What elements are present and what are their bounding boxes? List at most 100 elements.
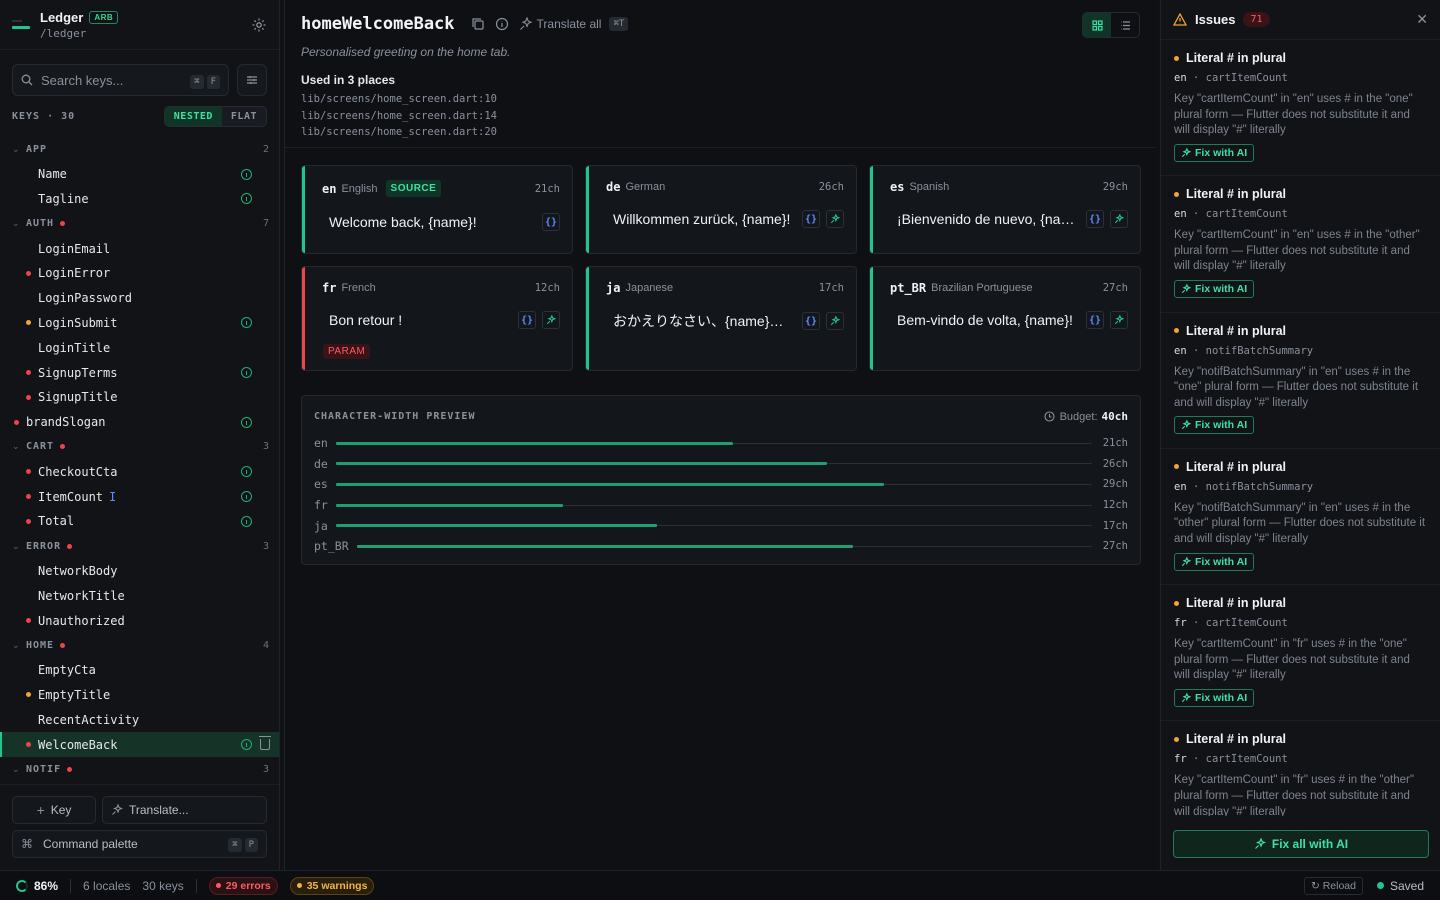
translation-text[interactable]: Willkommen zurück, {name}! — [606, 211, 796, 227]
placeholder-icon[interactable]: {} — [1086, 210, 1104, 228]
key-title: homeWelcomeBack — [301, 14, 455, 34]
translation-text[interactable]: Bem-vindo de volta, {name}! — [890, 312, 1080, 328]
tree-key-recentactivity[interactable]: RecentActivity — [0, 707, 279, 732]
tree-key-emptycta[interactable]: EmptyCta — [0, 658, 279, 683]
errors-badge[interactable]: 29 errors — [208, 876, 278, 895]
view-nested-button[interactable]: NESTED — [164, 107, 222, 126]
tree-key-emptytitle[interactable]: EmptyTitle — [0, 683, 279, 708]
translation-text[interactable]: ¡Bienvenido de nuevo, {name}! — [890, 211, 1080, 227]
list-view-button[interactable] — [1111, 13, 1139, 37]
placeholder-icon[interactable]: {} — [518, 311, 536, 329]
issue-key[interactable]: cartItemCount — [1206, 208, 1288, 220]
tree-key-loginpassword[interactable]: LoginPassword — [0, 286, 279, 311]
tree-key-total[interactable]: Total — [0, 509, 279, 534]
tree-key-unauthorized[interactable]: Unauthorized — [0, 608, 279, 633]
locale-card-es[interactable]: es Spanish 29ch ¡Bienvenido de nuevo, {name… — [869, 165, 1141, 254]
trash-icon[interactable] — [259, 736, 271, 751]
close-icon[interactable]: ✕ — [1416, 11, 1428, 28]
ai-translate-icon[interactable] — [1110, 311, 1128, 329]
key-name: EmptyCta — [38, 663, 96, 678]
placeholder-icon[interactable]: {} — [802, 312, 820, 330]
fix-with-ai-button[interactable]: Fix with AI — [1174, 688, 1255, 707]
ai-translate-icon[interactable] — [826, 210, 844, 228]
issue-item[interactable]: Literal # in plural en · cartItemCount Key… — [1161, 40, 1440, 177]
tree-key-tagline[interactable]: Tagline — [0, 187, 279, 212]
usage-path[interactable]: lib/screens/home_screen.dart:14 — [301, 108, 1140, 125]
reload-button[interactable]: ↻ Reload — [1303, 876, 1363, 895]
tree-group-notif[interactable]: ⌄ NOTIF 3 — [0, 757, 279, 782]
grid-view-button[interactable] — [1083, 13, 1111, 37]
group-name: CART — [26, 441, 55, 453]
translation-text[interactable]: Bon retour ! — [322, 312, 512, 328]
issue-item[interactable]: Literal # in plural fr · cartItemCount Key… — [1161, 721, 1440, 816]
usage-path[interactable]: lib/screens/home_screen.dart:10 — [301, 91, 1140, 108]
search-placeholder: Search keys... — [41, 72, 124, 88]
fix-with-ai-button[interactable]: Fix with AI — [1174, 280, 1255, 299]
usage-heading: Used in 3 places — [301, 73, 396, 87]
issue-key[interactable]: cartItemCount — [1206, 72, 1288, 84]
tree-key-brandslogan[interactable]: brandSlogan — [0, 410, 279, 435]
issue-key[interactable]: notifBatchSummary — [1206, 345, 1313, 357]
tree-group-cart[interactable]: ⌄ CART 3 — [0, 435, 279, 460]
issue-key[interactable]: cartItemCount — [1206, 617, 1288, 629]
error-dot — [14, 419, 19, 425]
placeholder-icon[interactable]: {} — [802, 210, 820, 228]
locale-card-en[interactable]: en English SOURCE 21ch Welcome back, {name}!… — [301, 165, 573, 254]
fix-with-ai-button[interactable]: Fix with AI — [1174, 552, 1255, 571]
warnings-badge[interactable]: 35 warnings — [289, 876, 375, 895]
tree-group-app[interactable]: ⌄ APP 2 — [0, 137, 279, 162]
translate-button[interactable]: Translate... — [102, 796, 267, 824]
locale-card-pt_BR[interactable]: pt_BR Brazilian Portuguese 27ch Bem-vindo d… — [869, 266, 1141, 371]
tree-key-name[interactable]: Name — [0, 162, 279, 187]
tree-key-signuptitle[interactable]: SignupTitle — [0, 385, 279, 410]
tree-key-itemcount[interactable]: ItemCount I — [0, 484, 279, 509]
tree-key-loginsubmit[interactable]: LoginSubmit — [0, 311, 279, 336]
translate-all-button[interactable]: Translate all — [537, 17, 602, 31]
ai-translate-icon[interactable] — [1110, 210, 1128, 228]
translation-text[interactable]: おかえりなさい、{name}さん — [606, 311, 796, 331]
tree-key-signupterms[interactable]: SignupTerms — [0, 360, 279, 385]
key-name: Tagline — [38, 191, 89, 206]
info-icon[interactable] — [495, 17, 509, 31]
tree-key-checkoutcta[interactable]: CheckoutCta — [0, 459, 279, 484]
fix-with-ai-button[interactable]: Fix with AI — [1174, 143, 1255, 162]
ai-translate-icon[interactable] — [542, 311, 560, 329]
tree-key-loginerror[interactable]: LoginError — [0, 261, 279, 286]
search-input[interactable]: Search keys... ⌘ F — [12, 64, 229, 96]
key-name: LoginSubmit — [38, 315, 118, 330]
preview-bar — [335, 462, 828, 466]
key-name: LoginError — [38, 266, 111, 281]
layout-toggle — [1082, 12, 1140, 38]
tree-key-welcomeback[interactable]: WelcomeBack — [0, 732, 279, 757]
locale-card-ja[interactable]: ja Japanese 17ch おかえりなさい、{name}さん {} — [585, 266, 857, 371]
gear-icon[interactable] — [251, 17, 267, 33]
tree-group-auth[interactable]: ⌄ AUTH 7 — [0, 211, 279, 236]
ai-translate-icon[interactable] — [826, 312, 844, 330]
placeholder-icon[interactable]: {} — [1086, 311, 1104, 329]
issue-item[interactable]: Literal # in plural en · cartItemCount Key… — [1161, 176, 1440, 313]
fix-with-ai-button[interactable]: Fix with AI — [1174, 416, 1255, 435]
errors-label: 29 errors — [225, 879, 271, 892]
locale-card-de[interactable]: de German 26ch Willkommen zurück, {name}! {} — [585, 165, 857, 254]
view-flat-button[interactable]: FLAT — [222, 107, 266, 126]
issue-key[interactable]: notifBatchSummary — [1206, 481, 1313, 493]
locale-card-fr[interactable]: fr French 12ch Bon retour ! {} PARAM — [301, 266, 573, 371]
tree-key-networkbody[interactable]: NetworkBody — [0, 559, 279, 584]
fix-all-button[interactable]: Fix all with AI — [1173, 830, 1429, 858]
issue-item[interactable]: Literal # in plural en · notifBatchSummar… — [1161, 449, 1440, 586]
issue-key[interactable]: cartItemCount — [1206, 753, 1288, 765]
issue-item[interactable]: Literal # in plural en · notifBatchSummar… — [1161, 313, 1440, 449]
placeholder-icon[interactable]: {} — [542, 213, 560, 231]
usage-path[interactable]: lib/screens/home_screen.dart:20 — [301, 124, 1140, 141]
add-key-button[interactable]: + Key — [12, 796, 96, 824]
tree-key-networktitle[interactable]: NetworkTitle — [0, 583, 279, 608]
copy-icon[interactable] — [471, 17, 485, 31]
issue-item[interactable]: Literal # in plural fr · cartItemCount Key… — [1161, 585, 1440, 722]
tree-key-loginemail[interactable]: LoginEmail — [0, 236, 279, 261]
command-palette-button[interactable]: ⌘ Command palette ⌘ P — [12, 830, 267, 858]
tree-group-error[interactable]: ⌄ ERROR 3 — [0, 534, 279, 559]
filter-button[interactable] — [237, 64, 267, 96]
tree-key-logintitle[interactable]: LoginTitle — [0, 335, 279, 360]
translation-text[interactable]: Welcome back, {name}! — [322, 214, 536, 230]
tree-group-home[interactable]: ⌄ HOME 4 — [0, 633, 279, 658]
